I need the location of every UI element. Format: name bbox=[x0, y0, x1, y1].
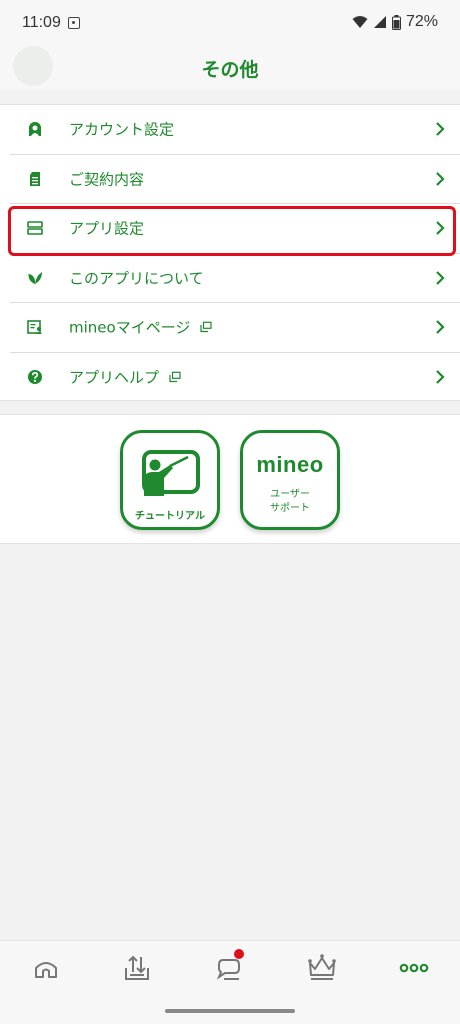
chevron-right-icon bbox=[436, 320, 445, 335]
nav-community[interactable] bbox=[214, 949, 244, 983]
leaf-icon bbox=[27, 270, 43, 286]
shortcut-section: チュートリアル mineo ユーザー サポート bbox=[0, 414, 460, 544]
menu-item-contract-details[interactable]: ご契約内容 bbox=[10, 155, 460, 204]
menu-item-label: ご契約内容 bbox=[69, 170, 145, 189]
data-transfer-icon bbox=[125, 955, 149, 980]
status-indicators: 72% bbox=[352, 13, 438, 31]
help-icon bbox=[27, 369, 43, 385]
app-header: その他 bbox=[0, 44, 460, 90]
tutorial-label: チュートリアル bbox=[135, 511, 205, 522]
settings-panel-icon bbox=[27, 220, 43, 236]
external-link-icon bbox=[200, 321, 213, 333]
menu-item-account-settings[interactable]: アカウント設定 bbox=[10, 105, 460, 155]
person-icon bbox=[27, 121, 43, 137]
chevron-right-icon bbox=[436, 370, 445, 385]
menu-item-app-settings[interactable]: アプリ設定 bbox=[8, 204, 460, 256]
presentation-board-icon bbox=[142, 450, 200, 496]
gesture-handle[interactable] bbox=[165, 1009, 295, 1013]
settings-menu: アカウント設定 ご契約内容 アプリ設定 このアプリについて mineoマイページ bbox=[0, 104, 460, 401]
support-label-line2: サポート bbox=[270, 503, 310, 514]
user-support-button[interactable]: mineo ユーザー サポート bbox=[240, 430, 340, 530]
bottom-navigation bbox=[0, 940, 460, 1000]
rank-crown-icon bbox=[308, 954, 336, 980]
notification-icon bbox=[68, 17, 80, 29]
more-icon bbox=[399, 963, 429, 973]
menu-item-label: アプリヘルプ bbox=[69, 368, 160, 387]
user-support-label: ユーザー サポート bbox=[243, 488, 337, 516]
wifi-icon bbox=[352, 16, 368, 28]
tutorial-button[interactable]: チュートリアル bbox=[120, 430, 220, 530]
chevron-right-icon bbox=[436, 221, 445, 236]
menu-item-label: アプリ設定 bbox=[69, 219, 145, 238]
home-icon bbox=[35, 962, 57, 978]
status-time: 11:09 bbox=[22, 14, 61, 31]
menu-item-about-app[interactable]: このアプリについて bbox=[10, 254, 460, 303]
external-link-icon bbox=[169, 371, 181, 383]
nav-data-transfer[interactable] bbox=[122, 953, 152, 983]
menu-item-app-help[interactable]: アプリヘルプ bbox=[10, 353, 460, 403]
nav-home[interactable] bbox=[31, 953, 61, 983]
support-label-line1: ユーザー bbox=[270, 489, 310, 500]
battery-icon bbox=[391, 14, 401, 30]
nav-rank[interactable] bbox=[307, 953, 337, 983]
menu-item-label: アカウント設定 bbox=[69, 120, 175, 139]
menu-item-mineo-mypage[interactable]: mineoマイページ bbox=[10, 303, 460, 353]
mypage-icon bbox=[27, 319, 43, 335]
signal-icon bbox=[373, 16, 386, 28]
mineo-logo: mineo bbox=[256, 452, 324, 477]
notification-badge bbox=[234, 949, 244, 959]
document-icon bbox=[27, 171, 43, 187]
nav-more[interactable] bbox=[399, 953, 429, 983]
battery-percentage: 72% bbox=[405, 13, 438, 30]
status-bar: 11:09 72% bbox=[0, 0, 460, 44]
menu-item-label-group: mineoマイページ bbox=[69, 317, 213, 338]
menu-item-label: このアプリについて bbox=[69, 269, 204, 288]
menu-item-label: mineoマイページ bbox=[69, 318, 191, 337]
chevron-right-icon bbox=[436, 122, 445, 137]
gesture-bar bbox=[0, 1000, 460, 1024]
page-title: その他 bbox=[201, 59, 259, 81]
chevron-right-icon bbox=[436, 171, 445, 186]
menu-item-label-group: アプリヘルプ bbox=[69, 367, 181, 388]
chevron-right-icon bbox=[436, 270, 445, 285]
